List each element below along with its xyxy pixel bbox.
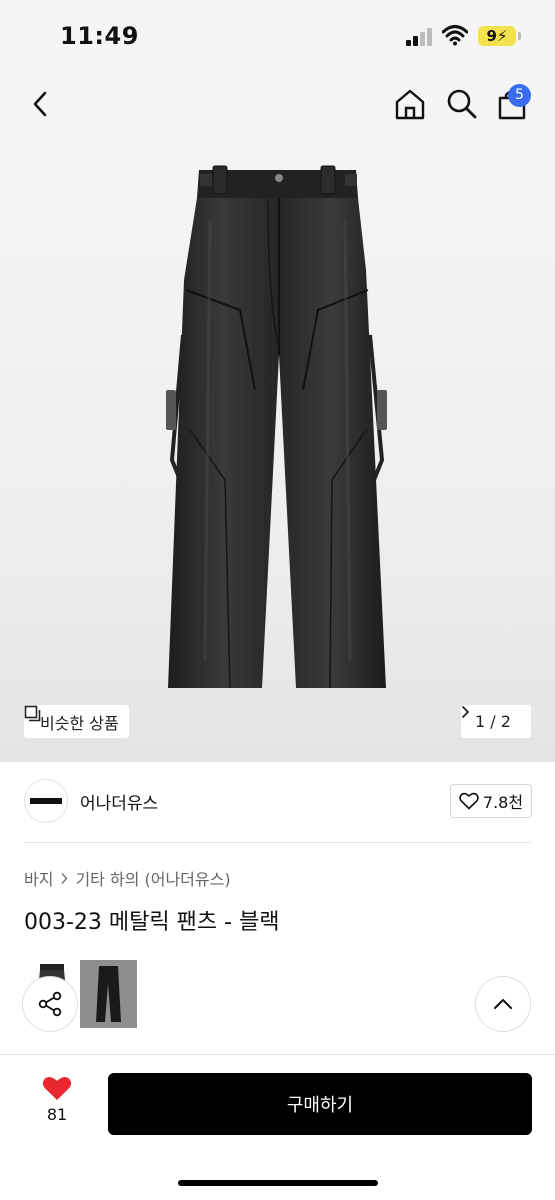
chevron-right-icon (60, 872, 68, 885)
wishlist-count: 81 (46, 1105, 68, 1124)
brand-row: 어나더유스 7.8천 (0, 762, 555, 842)
product-image-gallery[interactable]: 비슷한 상품 1 / 2 (0, 140, 555, 762)
search-icon (447, 89, 477, 119)
breadcrumb-subcategory[interactable]: 기타 하의 (어나더유스) (75, 866, 230, 890)
brand-logo[interactable] (24, 779, 68, 823)
brand-like-count: 7.8천 (482, 793, 524, 812)
product-image (166, 165, 387, 689)
share-button[interactable] (22, 976, 78, 1032)
page-indicator-text: 1 / 2 (475, 712, 511, 731)
battery-charging-icon: 9⚡ (478, 26, 516, 46)
heart-outline-icon (459, 792, 479, 810)
scroll-to-top-button[interactable] (475, 976, 531, 1032)
buy-button[interactable]: 구매하기 (108, 1073, 532, 1135)
status-bar: 11:49 9⚡ (0, 0, 555, 70)
cart-count-badge: 5 (508, 84, 531, 107)
brand-like-button[interactable]: 7.8천 (450, 784, 532, 818)
home-indicator (178, 1180, 378, 1186)
wifi-icon (441, 24, 469, 46)
chevron-up-icon (494, 999, 512, 1009)
status-time: 11:49 (60, 22, 139, 50)
bottom-action-bar: 81 구매하기 (0, 1054, 555, 1200)
cellular-signal-icon (406, 28, 434, 46)
battery-tip (518, 32, 521, 40)
back-chevron-icon (33, 91, 47, 117)
battery-level: 9 (486, 27, 497, 45)
wishlist-button[interactable]: 81 (30, 1075, 84, 1135)
similar-products-label: 비슷한 상품 (40, 713, 119, 733)
divider (24, 842, 531, 843)
product-title: 003-23 메탈릭 팬츠 - 블랙 (24, 910, 280, 935)
home-icon (395, 89, 425, 120)
breadcrumb-category[interactable]: 바지 (24, 866, 53, 890)
heart-filled-icon (42, 1076, 72, 1100)
home-button[interactable] (390, 84, 430, 124)
search-button[interactable] (442, 84, 482, 124)
share-icon (38, 991, 62, 1017)
similar-products-button[interactable]: 비슷한 상품 (24, 705, 129, 738)
image-thumbnail[interactable] (80, 960, 137, 1028)
breadcrumb: 바지 기타 하의 (어나더유스) (24, 866, 231, 890)
image-page-indicator[interactable]: 1 / 2 (461, 705, 531, 738)
nav-bar: 5 (0, 70, 555, 140)
back-button[interactable] (22, 86, 58, 122)
brand-name[interactable]: 어나더유스 (80, 789, 158, 814)
